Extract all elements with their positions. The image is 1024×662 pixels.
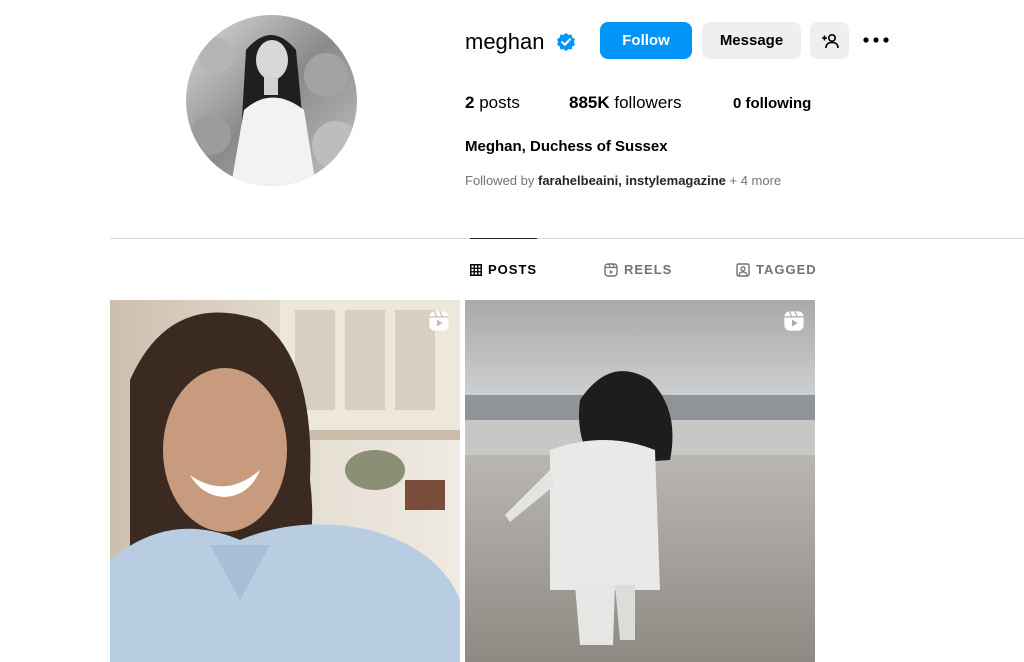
full-name: Meghan, Duchess of Sussex xyxy=(465,138,668,155)
active-tab-indicator xyxy=(470,238,537,239)
add-person-icon xyxy=(821,33,839,48)
message-button[interactable]: Message xyxy=(702,22,801,59)
followed-by[interactable]: Followed by farahelbeaini, instylemagazi… xyxy=(465,173,781,188)
tab-reels[interactable]: REELS xyxy=(604,262,672,277)
username: meghan xyxy=(465,29,545,54)
tab-posts[interactable]: POSTS xyxy=(470,262,537,277)
followers-count-label: followers xyxy=(614,93,682,112)
profile-avatar[interactable] xyxy=(186,15,357,186)
followed-by-more: + 4 more xyxy=(729,173,782,188)
follow-button[interactable]: Follow xyxy=(600,22,692,59)
tagged-icon xyxy=(736,262,750,277)
grid-icon xyxy=(470,263,482,276)
posts-count-value: 2 xyxy=(465,93,475,112)
reel-icon xyxy=(429,311,449,331)
followers-link[interactable]: 885K followers xyxy=(569,93,681,113)
post-image xyxy=(465,300,815,662)
verified-badge-icon xyxy=(557,32,575,52)
reels-icon xyxy=(604,262,618,277)
tabs-divider xyxy=(110,238,1024,239)
post-thumbnail[interactable] xyxy=(110,300,460,662)
more-options-icon xyxy=(863,37,889,43)
suggest-accounts-button[interactable] xyxy=(810,22,849,59)
posts-count: 2 posts xyxy=(465,93,520,113)
following-count-value: 0 xyxy=(733,95,742,112)
tab-tagged[interactable]: TAGGED xyxy=(736,262,817,277)
more-options-button[interactable] xyxy=(860,28,892,52)
tab-posts-label: POSTS xyxy=(488,262,538,277)
reel-icon xyxy=(784,311,804,331)
profile-photo xyxy=(186,15,357,186)
post-image xyxy=(110,300,460,662)
followers-count-value: 885K xyxy=(569,93,610,112)
followed-by-account[interactable]: instylemagazine xyxy=(625,173,725,188)
following-count-label: following xyxy=(745,95,812,112)
tab-reels-label: REELS xyxy=(624,262,673,277)
posts-count-label: posts xyxy=(479,93,520,112)
followed-by-separator: , xyxy=(618,173,622,188)
post-thumbnail[interactable] xyxy=(465,300,815,662)
followed-by-prefix: Followed by xyxy=(465,173,535,188)
tab-tagged-label: TAGGED xyxy=(756,262,817,277)
following-link[interactable]: 0 following xyxy=(733,95,811,112)
followed-by-account[interactable]: farahelbeaini xyxy=(538,173,618,188)
